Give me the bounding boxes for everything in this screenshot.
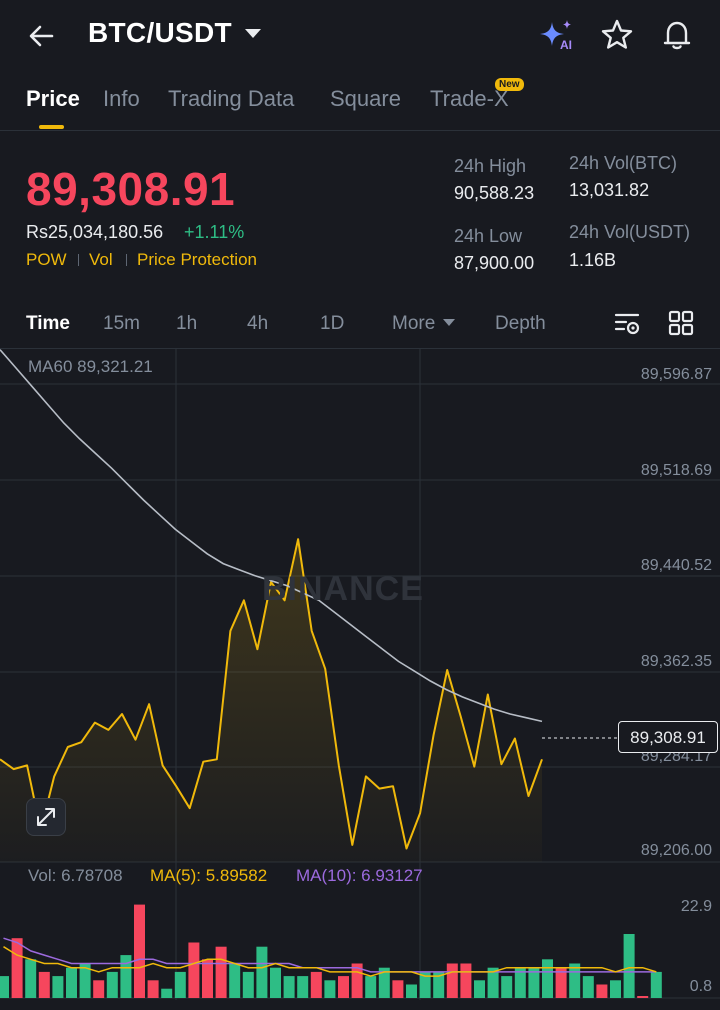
volume-bar [460, 963, 472, 998]
active-tab-indicator [39, 125, 64, 129]
interval-15m[interactable]: 15m [103, 313, 140, 335]
interval-depth[interactable]: Depth [495, 313, 546, 335]
volume-bar [38, 971, 50, 998]
volume-bar [610, 980, 621, 998]
volume-bar [650, 971, 662, 998]
volume-bar [392, 980, 404, 998]
volume-bar [215, 946, 227, 998]
tab-trading-data[interactable]: Trading Data [168, 86, 294, 112]
volume-bar [161, 988, 173, 998]
stat-24h-vol-btc-value: 13,031.82 [569, 180, 650, 200]
y-axis-tick: 89,518.69 [640, 462, 712, 479]
ai-sparkle-icon[interactable]: AI [540, 18, 578, 52]
tab-square[interactable]: Square [330, 86, 401, 112]
tag-separator [126, 254, 127, 266]
stat-24h-low-label: 24h Low [454, 226, 523, 246]
ma5-label: MA(5): 5.89582 [150, 866, 268, 885]
ai-label: AI [560, 38, 572, 52]
volume-label: Vol: 6.78708 [28, 866, 123, 885]
tag-separator [78, 254, 79, 266]
volume-bar [188, 942, 200, 998]
volume-bar [542, 959, 553, 998]
binance-watermark: BINANCE [262, 570, 424, 608]
y-axis-tick: 89,440.52 [640, 557, 712, 574]
volume-bar [270, 967, 281, 998]
tag-pow[interactable]: POW [26, 250, 67, 270]
price-change-percent: +1.11% [184, 222, 245, 242]
volume-bar [134, 904, 145, 998]
stat-24h-low-value: 87,900.00 [454, 253, 535, 273]
volume-bar [11, 938, 23, 998]
last-price: 89,308.91 [26, 163, 236, 215]
volume-bar [446, 963, 458, 998]
top-bar: BTC/USDT AI [0, 0, 720, 70]
interval-time[interactable]: Time [26, 313, 70, 335]
volume-bar [297, 976, 309, 998]
volume-bar [569, 963, 581, 998]
volume-bar [242, 971, 254, 998]
stat-24h-high-label: 24h High [454, 156, 527, 176]
volume-bar [202, 959, 213, 998]
volume-bar [93, 980, 105, 998]
star-icon[interactable] [600, 18, 634, 52]
price-chart[interactable] [0, 349, 720, 1010]
tab-info[interactable]: Info [103, 86, 140, 112]
volume-bar [501, 976, 513, 998]
expand-icon [37, 808, 55, 826]
interval-more[interactable]: More [392, 313, 435, 335]
interval-1d[interactable]: 1D [320, 313, 344, 335]
interval-4h[interactable]: 4h [247, 313, 268, 335]
ma60-label: MA60 89,321.21 [28, 357, 153, 376]
volume-bar [582, 976, 594, 998]
back-arrow-icon[interactable] [24, 18, 60, 54]
tag-price-protection[interactable]: Price Protection [137, 250, 257, 270]
volume-bar [406, 984, 417, 998]
volume-bar [310, 971, 322, 998]
indicator-settings-icon[interactable] [612, 308, 642, 338]
volume-bar [66, 967, 77, 998]
y-axis-tick: 89,206.00 [640, 842, 712, 859]
volume-bar [229, 963, 241, 998]
tab-price[interactable]: Price [26, 86, 80, 112]
last-price-tag: 89,308.91 [618, 721, 718, 753]
volume-bar [283, 976, 295, 998]
volume-bar [147, 980, 159, 998]
fullscreen-button[interactable] [26, 798, 66, 836]
volume-bar [256, 946, 268, 998]
volume-bar [596, 984, 608, 998]
volume-ma10-line [3, 937, 657, 973]
volume-axis-bottom: 0.8 [689, 978, 712, 995]
volume-bar [474, 980, 485, 998]
new-badge: New [495, 78, 524, 91]
tag-vol[interactable]: Vol [89, 250, 113, 270]
volume-bar [25, 959, 37, 998]
y-axis-tick: 89,362.35 [640, 653, 712, 670]
ma10-label: MA(10): 6.93127 [296, 866, 423, 885]
trading-pair-title[interactable]: BTC/USDT [88, 17, 232, 49]
chevron-down-icon[interactable] [245, 29, 261, 38]
volume-bar [52, 976, 64, 998]
bell-icon[interactable] [660, 18, 694, 52]
chevron-down-icon[interactable] [443, 319, 455, 326]
stat-24h-vol-btc-label: 24h Vol(BTC) [569, 153, 678, 173]
interval-1h[interactable]: 1h [176, 313, 197, 335]
stat-24h-vol-usdt-label: 24h Vol(USDT) [569, 222, 691, 242]
tabs-divider [0, 130, 720, 131]
volume-axis-top: 22.9 [680, 898, 712, 915]
volume-bar [623, 934, 635, 998]
stat-24h-high-value: 90,588.23 [454, 183, 535, 203]
volume-bar [106, 971, 118, 998]
volume-bar [338, 976, 349, 998]
volume-bar [324, 980, 336, 998]
stat-24h-vol-usdt-value: 1.16B [569, 250, 617, 270]
fiat-price: Rs25,034,180.56 [26, 222, 164, 242]
volume-bar [637, 996, 649, 998]
volume-bar [174, 971, 186, 998]
volume-bar [0, 976, 9, 998]
grid-layout-icon[interactable] [666, 308, 696, 338]
y-axis-tick: 89,596.87 [640, 366, 712, 383]
volume-bar [365, 976, 377, 998]
